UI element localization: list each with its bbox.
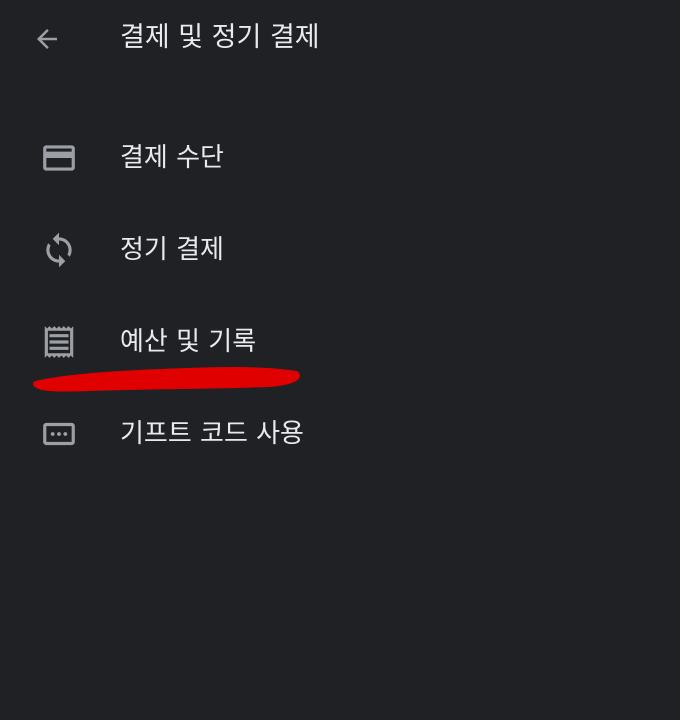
- app-bar: 결제 및 정기 결제: [0, 0, 680, 78]
- menu-item-subscriptions[interactable]: 정기 결제: [0, 204, 680, 296]
- menu-item-label: 결제 수단: [120, 143, 224, 173]
- menu-item-label: 정기 결제: [120, 235, 224, 265]
- menu-item-redeem-gift-code[interactable]: 기프트 코드 사용: [0, 388, 680, 480]
- sync-icon: [36, 230, 82, 270]
- menu-item-label: 예산 및 기록: [120, 327, 257, 357]
- credit-card-icon: [36, 138, 82, 178]
- receipt-icon: [36, 322, 82, 362]
- back-button[interactable]: [24, 16, 70, 62]
- menu-item-budget-history[interactable]: 예산 및 기록: [0, 296, 680, 388]
- page-title: 결제 및 정기 결제: [120, 22, 320, 53]
- redeem-code-icon: [36, 414, 82, 454]
- settings-menu: 결제 수단 정기 결제 예산 및 기록 기프트 코드 사용: [0, 112, 680, 480]
- arrow-back-icon: [37, 29, 57, 49]
- menu-item-label: 기프트 코드 사용: [120, 419, 304, 449]
- menu-item-payment-methods[interactable]: 결제 수단: [0, 112, 680, 204]
